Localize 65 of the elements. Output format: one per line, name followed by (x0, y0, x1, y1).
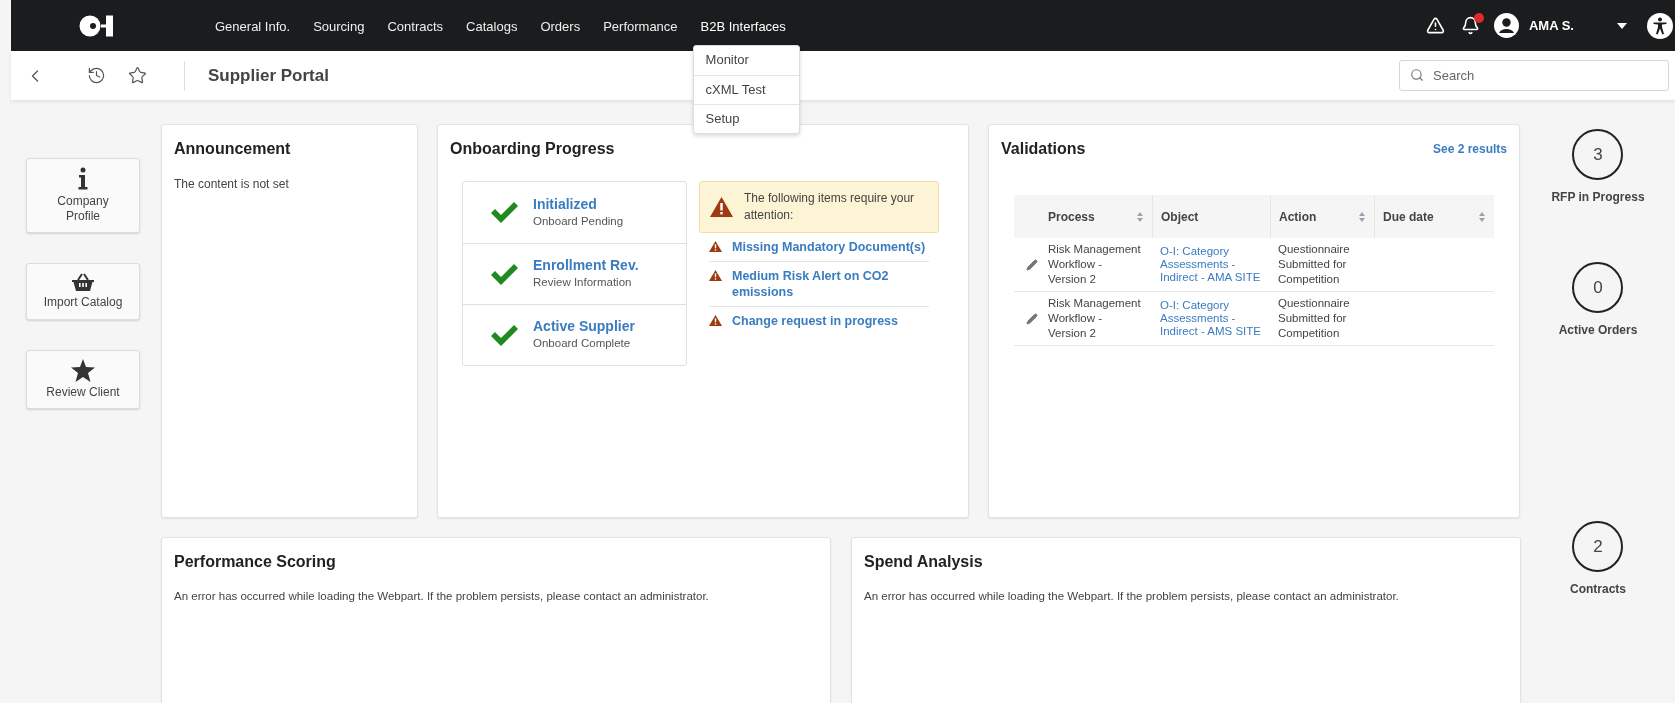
step-title[interactable]: Initialized (533, 194, 624, 213)
warning-icon (710, 197, 733, 217)
star-icon[interactable] (128, 66, 147, 85)
card-title: Spend Analysis (864, 552, 984, 572)
accessibility-icon[interactable] (1647, 12, 1673, 39)
step-status: Onboard Pending (533, 213, 624, 229)
menu-item[interactable]: Setup (693, 103, 799, 133)
warning-icon (709, 241, 722, 252)
column-header[interactable]: Object (1152, 195, 1270, 238)
caret-icon[interactable] (1617, 22, 1627, 29)
step-status: Onboard Complete (533, 336, 632, 352)
table-cell-text: Questionnaire Submitted for Competition (1277, 296, 1351, 341)
card-title: Onboarding Progress (450, 139, 616, 159)
notice-text: The following items require your attention: (744, 190, 916, 224)
stat-label: Contracts (1570, 581, 1626, 598)
card-title: Validations (1001, 139, 1086, 159)
stat-label: Active Orders (1558, 322, 1638, 339)
object-link[interactable]: O-I: Category Assessments - Indirect - AMS SITE (1152, 299, 1270, 338)
nav-item[interactable]: Performance (603, 18, 678, 34)
bell-icon[interactable] (1460, 16, 1480, 35)
stat-label: RFP in Progress (1551, 189, 1645, 206)
edit-icon[interactable] (1026, 258, 1038, 271)
warning-icon[interactable] (1425, 16, 1445, 35)
history-icon[interactable] (87, 66, 106, 85)
alert-link[interactable]: Missing Mandatory Document(s) (732, 239, 926, 255)
table-cell-text: Questionnaire Submitted for Competition (1277, 242, 1351, 287)
step-title[interactable]: Enrollment Rev. (533, 256, 639, 275)
menu-item[interactable]: Monitor (693, 45, 799, 75)
step-title[interactable]: Active Supplier (533, 317, 635, 336)
page-title: Supplier Portal (208, 64, 329, 87)
alert-link[interactable]: Change request in progress (732, 313, 898, 329)
info-icon (78, 167, 88, 191)
see-results-link[interactable]: See 2 results (1432, 140, 1507, 158)
quick-action-button[interactable]: Review Client (26, 350, 140, 409)
table-cell-text: Risk Management Workflow - Version 2 (1048, 296, 1142, 341)
table-cell-text: Risk Management Workflow - Version 2 (1048, 242, 1142, 287)
error-message: An error has occurred while loading the Webpart. If the problem persists, please contact an administrator. (864, 589, 1400, 604)
warning-icon (709, 315, 722, 326)
nav-item[interactable]: Orders (540, 18, 581, 34)
avatar-icon[interactable] (1493, 13, 1519, 38)
warning-icon (709, 270, 722, 281)
nav-item[interactable]: Sourcing (313, 18, 365, 34)
column-header[interactable]: Due date (1374, 195, 1494, 238)
search-field[interactable]: Search (1399, 60, 1669, 91)
nav-item[interactable]: Catalogs (466, 18, 518, 34)
logo-icon[interactable] (79, 14, 115, 37)
nav-item[interactable]: B2B Interfaces (700, 18, 786, 34)
card-title: Performance Scoring (174, 552, 337, 572)
edit-icon[interactable] (1026, 312, 1038, 325)
quick-action-button[interactable]: Company Profile (26, 158, 140, 233)
nav-item[interactable]: Contracts (387, 18, 444, 34)
announcement-text: The content is not set (174, 176, 290, 193)
object-link[interactable]: O-I: Category Assessments - Indirect - AMA SITE (1152, 245, 1270, 284)
card-title: Announcement (174, 139, 292, 159)
error-message: An error has occurred while loading the Webpart. If the problem persists, please contact an administrator. (174, 589, 710, 604)
star-icon (71, 359, 95, 382)
user-name[interactable]: AMA S. (1528, 15, 1574, 36)
column-header[interactable]: Process (1048, 195, 1152, 238)
nav-item[interactable]: General Info. (215, 18, 291, 34)
column-header[interactable]: Action (1270, 195, 1374, 238)
basket-icon (71, 272, 95, 292)
alert-link[interactable]: Medium Risk Alert on CO2 emissions (732, 268, 929, 300)
step-status: Review Information (533, 275, 633, 291)
quick-action-button[interactable]: Import Catalog (26, 263, 140, 320)
search-icon (1410, 68, 1424, 82)
